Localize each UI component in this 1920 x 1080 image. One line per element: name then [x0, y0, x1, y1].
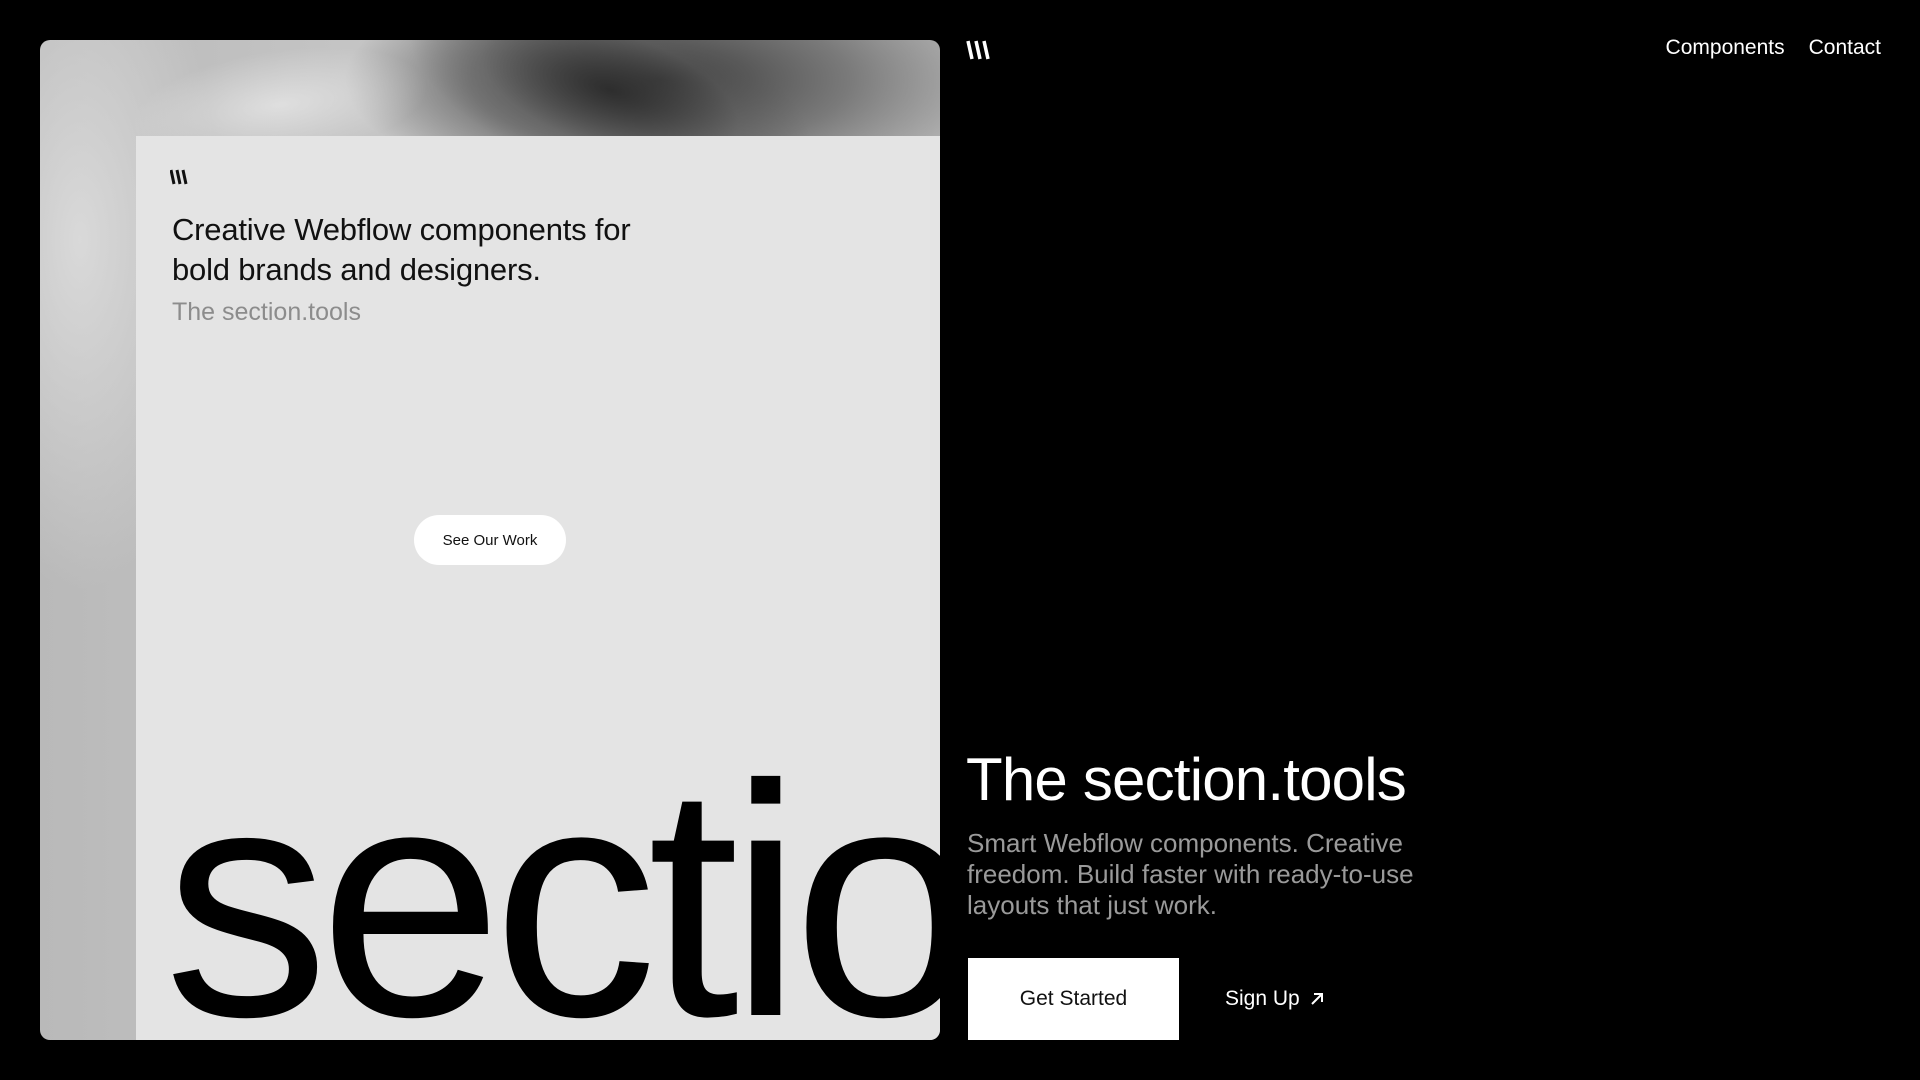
arrow-up-right-icon	[1311, 993, 1323, 1005]
nav-item-contact[interactable]: Contact	[1809, 36, 1881, 60]
nav-item-components[interactable]: Components	[1666, 36, 1785, 60]
slashes-logo-icon	[170, 169, 188, 185]
hero-title: The section.tools	[966, 746, 1407, 813]
get-started-button[interactable]: Get Started	[968, 958, 1179, 1040]
hero-description: Smart Webflow components. Creative freed…	[967, 828, 1414, 920]
preview-card: Creative Webflow components for bold bra…	[40, 40, 940, 1040]
preview-inner-panel: Creative Webflow components for bold bra…	[136, 136, 940, 1040]
see-our-work-button[interactable]: See Our Work	[414, 515, 566, 565]
cta-row: Get Started Sign Up	[968, 958, 1324, 1040]
top-nav: Components Contact	[1666, 36, 1881, 60]
sign-up-link[interactable]: Sign Up	[1225, 987, 1324, 1011]
preview-headline: Creative Webflow components for bold bra…	[172, 212, 631, 287]
sign-up-label: Sign Up	[1225, 987, 1300, 1010]
slashes-logo-icon[interactable]	[966, 38, 994, 62]
preview-big-word: sectio	[164, 716, 940, 1041]
preview-subtitle: The section.tools	[172, 298, 361, 326]
